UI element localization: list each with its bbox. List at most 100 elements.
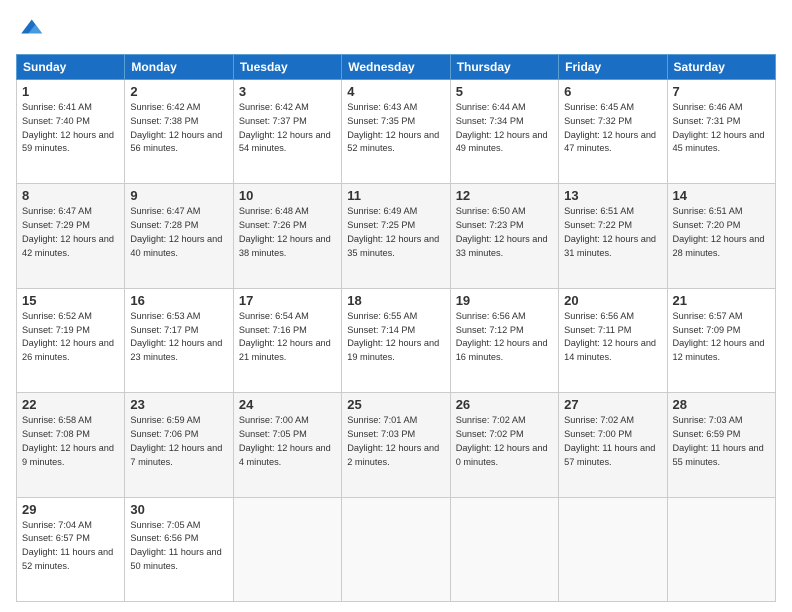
cell-info: Sunrise: 6:51 AMSunset: 7:22 PMDaylight:… — [564, 206, 656, 257]
calendar-week-row: 29 Sunrise: 7:04 AMSunset: 6:57 PMDaylig… — [17, 497, 776, 601]
calendar-cell: 23 Sunrise: 6:59 AMSunset: 7:06 PMDaylig… — [125, 393, 233, 497]
header — [16, 16, 776, 44]
day-number: 12 — [456, 188, 553, 203]
calendar-cell — [450, 497, 558, 601]
cell-info: Sunrise: 6:54 AMSunset: 7:16 PMDaylight:… — [239, 311, 331, 362]
calendar-cell: 26 Sunrise: 7:02 AMSunset: 7:02 PMDaylig… — [450, 393, 558, 497]
calendar-table: SundayMondayTuesdayWednesdayThursdayFrid… — [16, 54, 776, 602]
day-number: 27 — [564, 397, 661, 412]
day-number: 16 — [130, 293, 227, 308]
cell-info: Sunrise: 6:55 AMSunset: 7:14 PMDaylight:… — [347, 311, 439, 362]
cell-info: Sunrise: 6:42 AMSunset: 7:38 PMDaylight:… — [130, 102, 222, 153]
cell-info: Sunrise: 6:45 AMSunset: 7:32 PMDaylight:… — [564, 102, 656, 153]
cell-info: Sunrise: 6:43 AMSunset: 7:35 PMDaylight:… — [347, 102, 439, 153]
cell-info: Sunrise: 6:59 AMSunset: 7:06 PMDaylight:… — [130, 415, 222, 466]
day-number: 22 — [22, 397, 119, 412]
cell-info: Sunrise: 7:02 AMSunset: 7:00 PMDaylight:… — [564, 415, 655, 466]
calendar-cell: 8 Sunrise: 6:47 AMSunset: 7:29 PMDayligh… — [17, 184, 125, 288]
day-header: Saturday — [667, 55, 775, 80]
calendar-cell: 27 Sunrise: 7:02 AMSunset: 7:00 PMDaylig… — [559, 393, 667, 497]
logo-icon — [16, 16, 44, 44]
cell-info: Sunrise: 6:44 AMSunset: 7:34 PMDaylight:… — [456, 102, 548, 153]
cell-info: Sunrise: 6:58 AMSunset: 7:08 PMDaylight:… — [22, 415, 114, 466]
calendar-week-row: 8 Sunrise: 6:47 AMSunset: 7:29 PMDayligh… — [17, 184, 776, 288]
cell-info: Sunrise: 6:47 AMSunset: 7:28 PMDaylight:… — [130, 206, 222, 257]
logo — [16, 16, 48, 44]
day-number: 19 — [456, 293, 553, 308]
page: SundayMondayTuesdayWednesdayThursdayFrid… — [0, 0, 792, 612]
day-header: Wednesday — [342, 55, 450, 80]
day-number: 30 — [130, 502, 227, 517]
calendar-cell: 1 Sunrise: 6:41 AMSunset: 7:40 PMDayligh… — [17, 80, 125, 184]
cell-info: Sunrise: 6:56 AMSunset: 7:12 PMDaylight:… — [456, 311, 548, 362]
calendar-week-row: 15 Sunrise: 6:52 AMSunset: 7:19 PMDaylig… — [17, 288, 776, 392]
cell-info: Sunrise: 7:02 AMSunset: 7:02 PMDaylight:… — [456, 415, 548, 466]
day-number: 6 — [564, 84, 661, 99]
day-header: Monday — [125, 55, 233, 80]
day-number: 13 — [564, 188, 661, 203]
day-number: 2 — [130, 84, 227, 99]
calendar-cell: 4 Sunrise: 6:43 AMSunset: 7:35 PMDayligh… — [342, 80, 450, 184]
cell-info: Sunrise: 7:01 AMSunset: 7:03 PMDaylight:… — [347, 415, 439, 466]
calendar-cell: 5 Sunrise: 6:44 AMSunset: 7:34 PMDayligh… — [450, 80, 558, 184]
day-number: 17 — [239, 293, 336, 308]
day-number: 28 — [673, 397, 770, 412]
calendar-cell: 18 Sunrise: 6:55 AMSunset: 7:14 PMDaylig… — [342, 288, 450, 392]
calendar-cell: 25 Sunrise: 7:01 AMSunset: 7:03 PMDaylig… — [342, 393, 450, 497]
calendar-cell: 22 Sunrise: 6:58 AMSunset: 7:08 PMDaylig… — [17, 393, 125, 497]
day-number: 11 — [347, 188, 444, 203]
calendar-cell: 21 Sunrise: 6:57 AMSunset: 7:09 PMDaylig… — [667, 288, 775, 392]
calendar-cell: 2 Sunrise: 6:42 AMSunset: 7:38 PMDayligh… — [125, 80, 233, 184]
day-header: Sunday — [17, 55, 125, 80]
calendar-cell: 14 Sunrise: 6:51 AMSunset: 7:20 PMDaylig… — [667, 184, 775, 288]
cell-info: Sunrise: 6:41 AMSunset: 7:40 PMDaylight:… — [22, 102, 114, 153]
day-number: 21 — [673, 293, 770, 308]
day-header: Thursday — [450, 55, 558, 80]
day-number: 10 — [239, 188, 336, 203]
calendar-cell: 20 Sunrise: 6:56 AMSunset: 7:11 PMDaylig… — [559, 288, 667, 392]
calendar-cell: 7 Sunrise: 6:46 AMSunset: 7:31 PMDayligh… — [667, 80, 775, 184]
cell-info: Sunrise: 6:52 AMSunset: 7:19 PMDaylight:… — [22, 311, 114, 362]
day-number: 26 — [456, 397, 553, 412]
cell-info: Sunrise: 6:42 AMSunset: 7:37 PMDaylight:… — [239, 102, 331, 153]
calendar-cell: 9 Sunrise: 6:47 AMSunset: 7:28 PMDayligh… — [125, 184, 233, 288]
cell-info: Sunrise: 6:46 AMSunset: 7:31 PMDaylight:… — [673, 102, 765, 153]
cell-info: Sunrise: 6:49 AMSunset: 7:25 PMDaylight:… — [347, 206, 439, 257]
calendar-header-row: SundayMondayTuesdayWednesdayThursdayFrid… — [17, 55, 776, 80]
day-number: 5 — [456, 84, 553, 99]
cell-info: Sunrise: 7:04 AMSunset: 6:57 PMDaylight:… — [22, 520, 113, 571]
day-header: Tuesday — [233, 55, 341, 80]
day-number: 24 — [239, 397, 336, 412]
cell-info: Sunrise: 7:03 AMSunset: 6:59 PMDaylight:… — [673, 415, 764, 466]
calendar-cell — [667, 497, 775, 601]
calendar-cell: 10 Sunrise: 6:48 AMSunset: 7:26 PMDaylig… — [233, 184, 341, 288]
day-number: 1 — [22, 84, 119, 99]
day-number: 7 — [673, 84, 770, 99]
calendar-cell — [233, 497, 341, 601]
calendar-cell: 13 Sunrise: 6:51 AMSunset: 7:22 PMDaylig… — [559, 184, 667, 288]
calendar-cell: 30 Sunrise: 7:05 AMSunset: 6:56 PMDaylig… — [125, 497, 233, 601]
day-number: 18 — [347, 293, 444, 308]
day-number: 4 — [347, 84, 444, 99]
calendar-week-row: 1 Sunrise: 6:41 AMSunset: 7:40 PMDayligh… — [17, 80, 776, 184]
day-number: 20 — [564, 293, 661, 308]
cell-info: Sunrise: 6:48 AMSunset: 7:26 PMDaylight:… — [239, 206, 331, 257]
cell-info: Sunrise: 7:00 AMSunset: 7:05 PMDaylight:… — [239, 415, 331, 466]
calendar-week-row: 22 Sunrise: 6:58 AMSunset: 7:08 PMDaylig… — [17, 393, 776, 497]
calendar-cell: 24 Sunrise: 7:00 AMSunset: 7:05 PMDaylig… — [233, 393, 341, 497]
day-number: 14 — [673, 188, 770, 203]
calendar-cell: 6 Sunrise: 6:45 AMSunset: 7:32 PMDayligh… — [559, 80, 667, 184]
cell-info: Sunrise: 6:51 AMSunset: 7:20 PMDaylight:… — [673, 206, 765, 257]
calendar-cell: 11 Sunrise: 6:49 AMSunset: 7:25 PMDaylig… — [342, 184, 450, 288]
calendar-cell: 15 Sunrise: 6:52 AMSunset: 7:19 PMDaylig… — [17, 288, 125, 392]
calendar-cell: 29 Sunrise: 7:04 AMSunset: 6:57 PMDaylig… — [17, 497, 125, 601]
day-number: 15 — [22, 293, 119, 308]
cell-info: Sunrise: 6:53 AMSunset: 7:17 PMDaylight:… — [130, 311, 222, 362]
cell-info: Sunrise: 6:57 AMSunset: 7:09 PMDaylight:… — [673, 311, 765, 362]
calendar-cell: 17 Sunrise: 6:54 AMSunset: 7:16 PMDaylig… — [233, 288, 341, 392]
calendar-cell — [559, 497, 667, 601]
calendar-cell: 3 Sunrise: 6:42 AMSunset: 7:37 PMDayligh… — [233, 80, 341, 184]
day-header: Friday — [559, 55, 667, 80]
calendar-cell: 12 Sunrise: 6:50 AMSunset: 7:23 PMDaylig… — [450, 184, 558, 288]
cell-info: Sunrise: 6:50 AMSunset: 7:23 PMDaylight:… — [456, 206, 548, 257]
